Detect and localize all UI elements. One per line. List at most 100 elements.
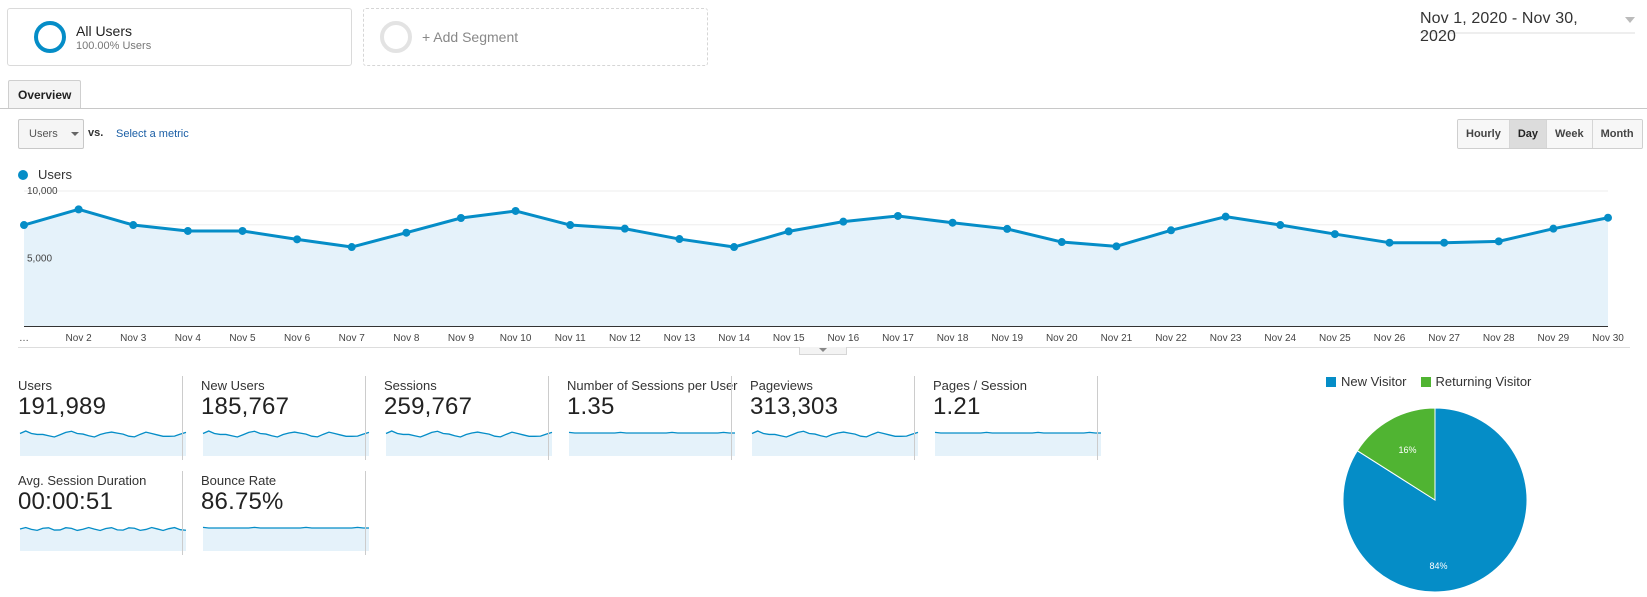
x-tick-label: … — [19, 333, 29, 344]
data-point — [293, 235, 302, 244]
x-tick-label: Nov 13 — [664, 333, 696, 344]
x-tick-label: Nov 4 — [175, 333, 202, 344]
x-tick-label: Nov 17 — [882, 333, 914, 344]
data-point — [893, 211, 902, 220]
users-line-chart[interactable]: 10,000 5,000 … Nov 2 Nov 3 Nov 4 Nov 5 Nov 6 Nov… — [0, 180, 1647, 350]
vs-label: vs. — [88, 127, 104, 139]
metric-divider — [365, 471, 366, 555]
granularity-toggle: Hourly Day Week Month — [1457, 119, 1643, 149]
y-tick-label: 5,000 — [27, 254, 52, 265]
add-segment-label: + Add Segment — [422, 29, 519, 45]
x-tick-label: Nov 18 — [937, 333, 969, 344]
pie-legend-label: New Visitor — [1341, 374, 1407, 389]
caret-down-icon — [819, 348, 827, 352]
visitor-type-pie-chart[interactable]: 84% 16% — [1340, 405, 1530, 595]
segment-ring-icon — [34, 21, 66, 53]
x-tick-label: Nov 21 — [1101, 333, 1133, 344]
metric-pages-session[interactable]: Pages / Session 1.21 — [915, 376, 1101, 460]
sparkline — [19, 430, 187, 456]
data-point — [1167, 226, 1176, 235]
data-point — [730, 243, 739, 252]
x-tick-label: Nov 8 — [393, 333, 420, 344]
granularity-day-button[interactable]: Day — [1508, 120, 1547, 148]
tab-overview[interactable]: Overview — [8, 80, 82, 108]
x-tick-label: Nov 9 — [448, 333, 475, 344]
metric-value: 00:00:51 — [18, 488, 114, 515]
metric-label: New Users — [201, 378, 265, 393]
data-point — [1330, 230, 1339, 239]
data-point — [566, 221, 575, 230]
metric-label: Number of Sessions per User — [567, 378, 738, 393]
pie-slice-label: 16% — [1399, 445, 1417, 455]
x-tick-label: Nov 12 — [609, 333, 641, 344]
data-point — [238, 226, 247, 235]
granularity-week-button[interactable]: Week — [1546, 120, 1592, 148]
legend-swatch-icon — [1326, 376, 1336, 387]
data-point — [1440, 238, 1449, 247]
metric-divider — [1097, 376, 1098, 460]
metric-value: 191,989 — [18, 393, 107, 420]
x-tick-label: Nov 30 — [1592, 333, 1624, 344]
x-tick-label: Nov 24 — [1264, 333, 1296, 344]
metric-users[interactable]: Users 191,989 — [0, 376, 187, 460]
add-segment-button[interactable]: + Add Segment — [363, 8, 708, 66]
chart-collapse-handle[interactable] — [799, 347, 847, 355]
metric-number-of-sessions-per-user[interactable]: Number of Sessions per User 1.35 — [549, 376, 738, 460]
metric-avg-session-duration[interactable]: Avg. Session Duration 00:00:51 — [0, 471, 187, 555]
metric-bounce-rate[interactable]: Bounce Rate 86.75% — [183, 471, 369, 555]
data-point — [183, 226, 192, 235]
metric-dropdown-value: Users — [29, 128, 58, 140]
metric-value: 1.35 — [567, 393, 615, 420]
data-point — [1112, 242, 1121, 251]
data-point — [20, 221, 28, 230]
chevron-down-icon — [1625, 17, 1635, 23]
metric-pageviews[interactable]: Pageviews 313,303 — [732, 376, 919, 460]
date-range-picker[interactable]: Nov 1, 2020 - Nov 30, 2020 — [1420, 10, 1635, 45]
x-tick-label: Nov 15 — [773, 333, 805, 344]
pie-legend-label: Returning Visitor — [1435, 374, 1532, 389]
sparkline — [19, 526, 187, 551]
metric-label: Sessions — [384, 378, 437, 393]
data-point — [839, 217, 848, 226]
metric-label: Avg. Session Duration — [18, 473, 147, 488]
metric-new-users[interactable]: New Users 185,767 — [183, 376, 370, 460]
empty-segment-ring-icon — [380, 21, 412, 53]
select-metric-link[interactable]: Select a metric — [116, 128, 189, 140]
metric-value: 86.75% — [201, 488, 284, 515]
legend-dot-icon — [18, 169, 28, 180]
data-point — [1003, 224, 1012, 233]
metric-value: 185,767 — [201, 393, 290, 420]
sparkline-line — [568, 431, 735, 434]
data-point — [784, 227, 793, 236]
metric-label: Bounce Rate — [201, 473, 277, 488]
pie-legend: New Visitor Returning Visitor — [1326, 374, 1545, 389]
sparkline — [202, 526, 369, 551]
metric-value: 313,303 — [750, 393, 839, 420]
data-point — [1549, 224, 1558, 233]
x-tick-label: Nov 19 — [991, 333, 1023, 344]
sparkline-area — [203, 527, 369, 551]
segment-title: All Users — [76, 22, 133, 39]
granularity-month-button[interactable]: Month — [1591, 120, 1642, 148]
x-tick-label: Nov 3 — [120, 333, 147, 344]
metric-sessions[interactable]: Sessions 259,767 — [366, 376, 553, 460]
x-tick-label: Nov 29 — [1538, 333, 1570, 344]
x-tick-label: Nov 16 — [827, 333, 859, 344]
x-tick-label: Nov 11 — [555, 333, 586, 344]
data-point — [402, 228, 411, 237]
granularity-hourly-button[interactable]: Hourly — [1458, 120, 1509, 148]
segment-all-users[interactable]: All Users 100.00% Users — [7, 8, 352, 66]
pie-legend-new-visitor[interactable]: New Visitor — [1326, 374, 1407, 389]
pie-legend-returning-visitor[interactable]: Returning Visitor — [1420, 374, 1532, 389]
data-point — [620, 224, 629, 233]
x-tick-label: Nov 7 — [339, 333, 366, 344]
sparkline-line — [934, 431, 1101, 434]
metric-value: 259,767 — [384, 393, 473, 420]
x-tick-label: Nov 14 — [718, 333, 750, 344]
data-point — [1057, 238, 1066, 247]
metric-dropdown[interactable]: Users — [18, 119, 84, 149]
sparkline — [568, 431, 735, 456]
x-tick-label: Nov 5 — [229, 333, 256, 344]
tab-strip-divider — [0, 108, 1647, 109]
metric-label: Pageviews — [750, 378, 813, 393]
